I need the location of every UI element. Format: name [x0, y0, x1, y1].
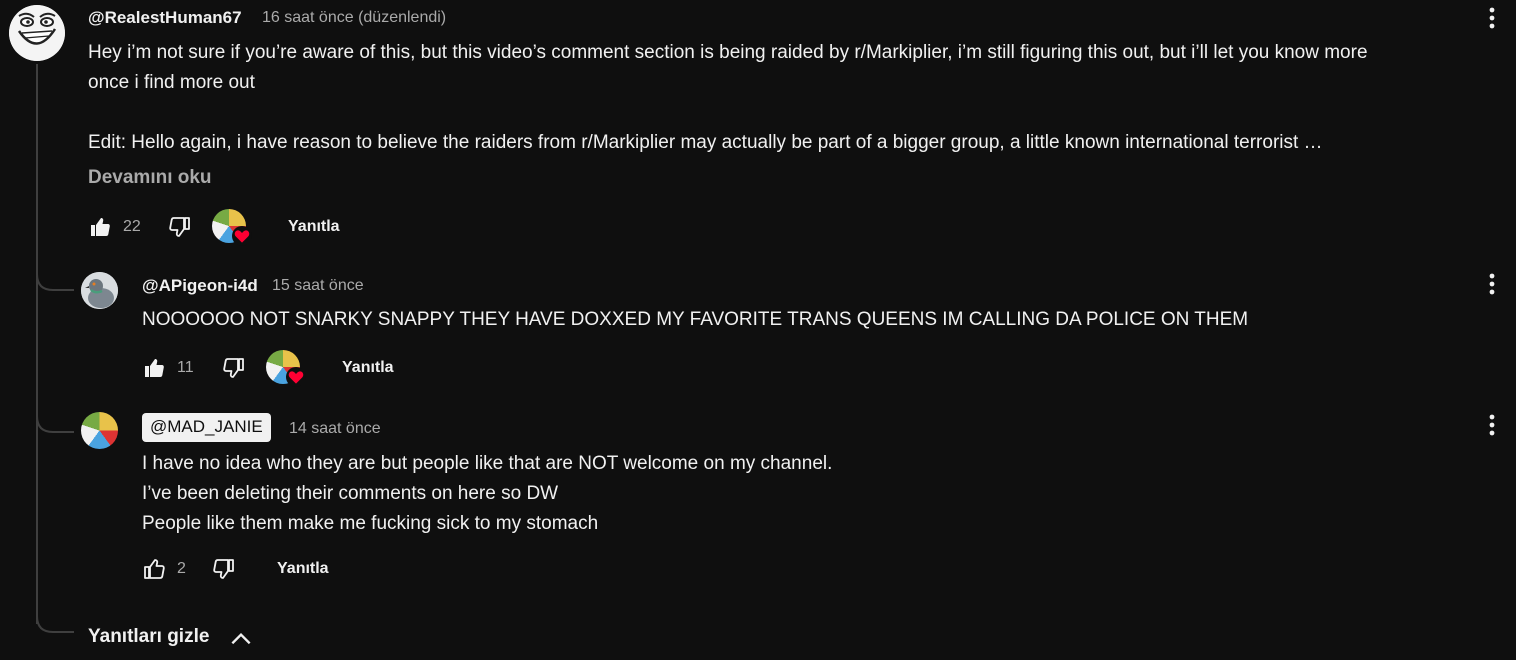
- comment-body-line: I’ve been deleting their comments on her…: [142, 483, 559, 504]
- comment-body-line: I have no idea who they are but people l…: [142, 453, 833, 474]
- dislike-icon[interactable]: [222, 356, 246, 380]
- more-actions-icon[interactable]: [1480, 272, 1504, 296]
- like-icon[interactable]: [142, 557, 166, 581]
- creator-handle-chip[interactable]: @MAD_JANIE: [142, 413, 271, 442]
- thread-curve-3: [36, 604, 74, 633]
- like-icon[interactable]: [142, 356, 166, 380]
- pigeon-avatar[interactable]: [81, 272, 118, 309]
- comment-timestamp[interactable]: 15 saat önce: [272, 277, 364, 295]
- read-more-link[interactable]: Devamını oku: [88, 167, 212, 189]
- thread-line-vertical: [36, 64, 38, 624]
- hide-replies-label: Yanıtları gizle: [88, 626, 210, 647]
- comment-timestamp[interactable]: 14 saat önce: [289, 420, 381, 438]
- like-count: 2: [177, 560, 186, 577]
- comment-body-line: People like them make me fucking sick to…: [142, 513, 599, 534]
- comment-body-line: once i find more out: [88, 72, 255, 93]
- comment-timestamp[interactable]: 16 saat önce (düzenlendi): [262, 9, 446, 27]
- more-actions-icon[interactable]: [1480, 413, 1504, 437]
- comment-body-line: Edit: Hello again, i have reason to beli…: [88, 132, 1323, 153]
- like-count: 22: [123, 218, 141, 235]
- creator-avatar[interactable]: [81, 412, 118, 449]
- reply-button[interactable]: Yanıtla: [288, 218, 340, 236]
- comment-author-handle[interactable]: @APigeon-i4d: [142, 276, 258, 296]
- dislike-icon[interactable]: [212, 557, 236, 581]
- reply-button[interactable]: Yanıtla: [342, 359, 394, 377]
- heart-icon: [286, 367, 306, 387]
- more-actions-icon[interactable]: [1480, 6, 1504, 30]
- chevron-up-icon: [231, 632, 251, 645]
- like-count: 11: [177, 359, 194, 376]
- comment-body-line: Hey i’m not sure if you’re aware of this…: [88, 42, 1368, 63]
- comment-body-line: NOOOOOO NOT SNARKY SNAPPY THEY HAVE DOXX…: [142, 309, 1249, 330]
- creator-heart-badge: [212, 209, 252, 247]
- thread-curve-1: [36, 262, 74, 291]
- comment-author-handle[interactable]: @RealestHuman67: [88, 8, 242, 28]
- creator-heart-badge: [266, 350, 306, 388]
- reply-button[interactable]: Yanıtla: [277, 560, 329, 578]
- like-icon[interactable]: [88, 215, 112, 239]
- heart-icon: [232, 226, 252, 246]
- thread-curve-2: [36, 404, 74, 433]
- trollface-avatar[interactable]: [9, 5, 65, 61]
- dislike-icon[interactable]: [168, 215, 192, 239]
